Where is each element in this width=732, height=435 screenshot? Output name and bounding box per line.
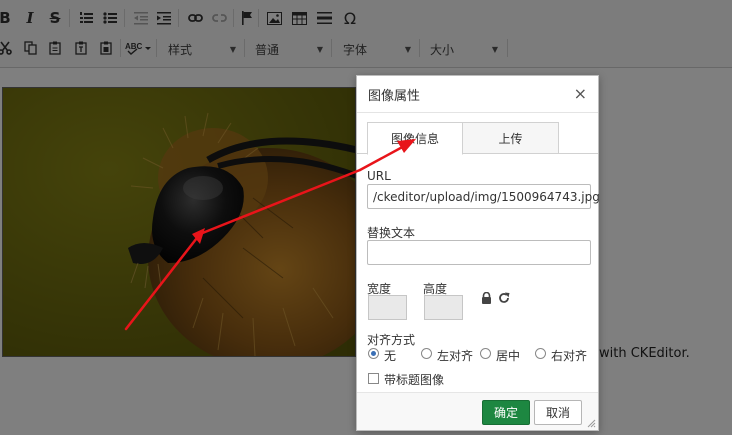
width-input[interactable] [368,295,407,320]
caption-checkbox[interactable] [368,373,379,384]
refresh-icon [499,292,510,303]
tab-upload[interactable]: 上传 [462,122,559,154]
content-trailing-text: with CKEditor. [599,346,690,361]
cancel-button[interactable]: 取消 [534,400,582,425]
alt-text-input[interactable] [367,240,591,265]
reset-size-button[interactable] [498,292,510,307]
dialog-footer: 确定 取消 [357,392,598,430]
lock-icon [482,291,491,304]
align-center-radio[interactable] [480,348,491,359]
lock-ratio-button[interactable] [481,291,492,307]
dialog-title[interactable]: 图像属性 [357,76,598,113]
align-center-label: 居中 [496,349,521,363]
ok-button[interactable]: 确定 [482,400,530,425]
alt-text-label: 替换文本 [367,226,416,240]
url-input[interactable]: /ckeditor/upload/img/1500964743.jpg [367,184,600,209]
alignment-label: 对齐方式 [367,333,416,347]
align-none-label: 无 [384,349,397,363]
tab-image-info[interactable]: 图像信息 [367,122,463,155]
caption-label: 带标题图像 [384,373,445,387]
align-right-radio[interactable] [535,348,546,359]
align-none-radio[interactable] [368,348,379,359]
align-left-label: 左对齐 [437,349,474,363]
align-right-label: 右对齐 [551,349,588,363]
resize-handle-icon[interactable] [587,419,596,428]
image-properties-dialog: 图像属性 × 图像信息 上传 URL /ckeditor/upload/img/… [356,75,600,431]
align-left-radio[interactable] [421,348,432,359]
url-label: URL [367,169,391,183]
close-button[interactable]: × [574,86,587,102]
height-input[interactable] [424,295,463,320]
dialog-tabs: 图像信息 上传 [357,122,598,155]
